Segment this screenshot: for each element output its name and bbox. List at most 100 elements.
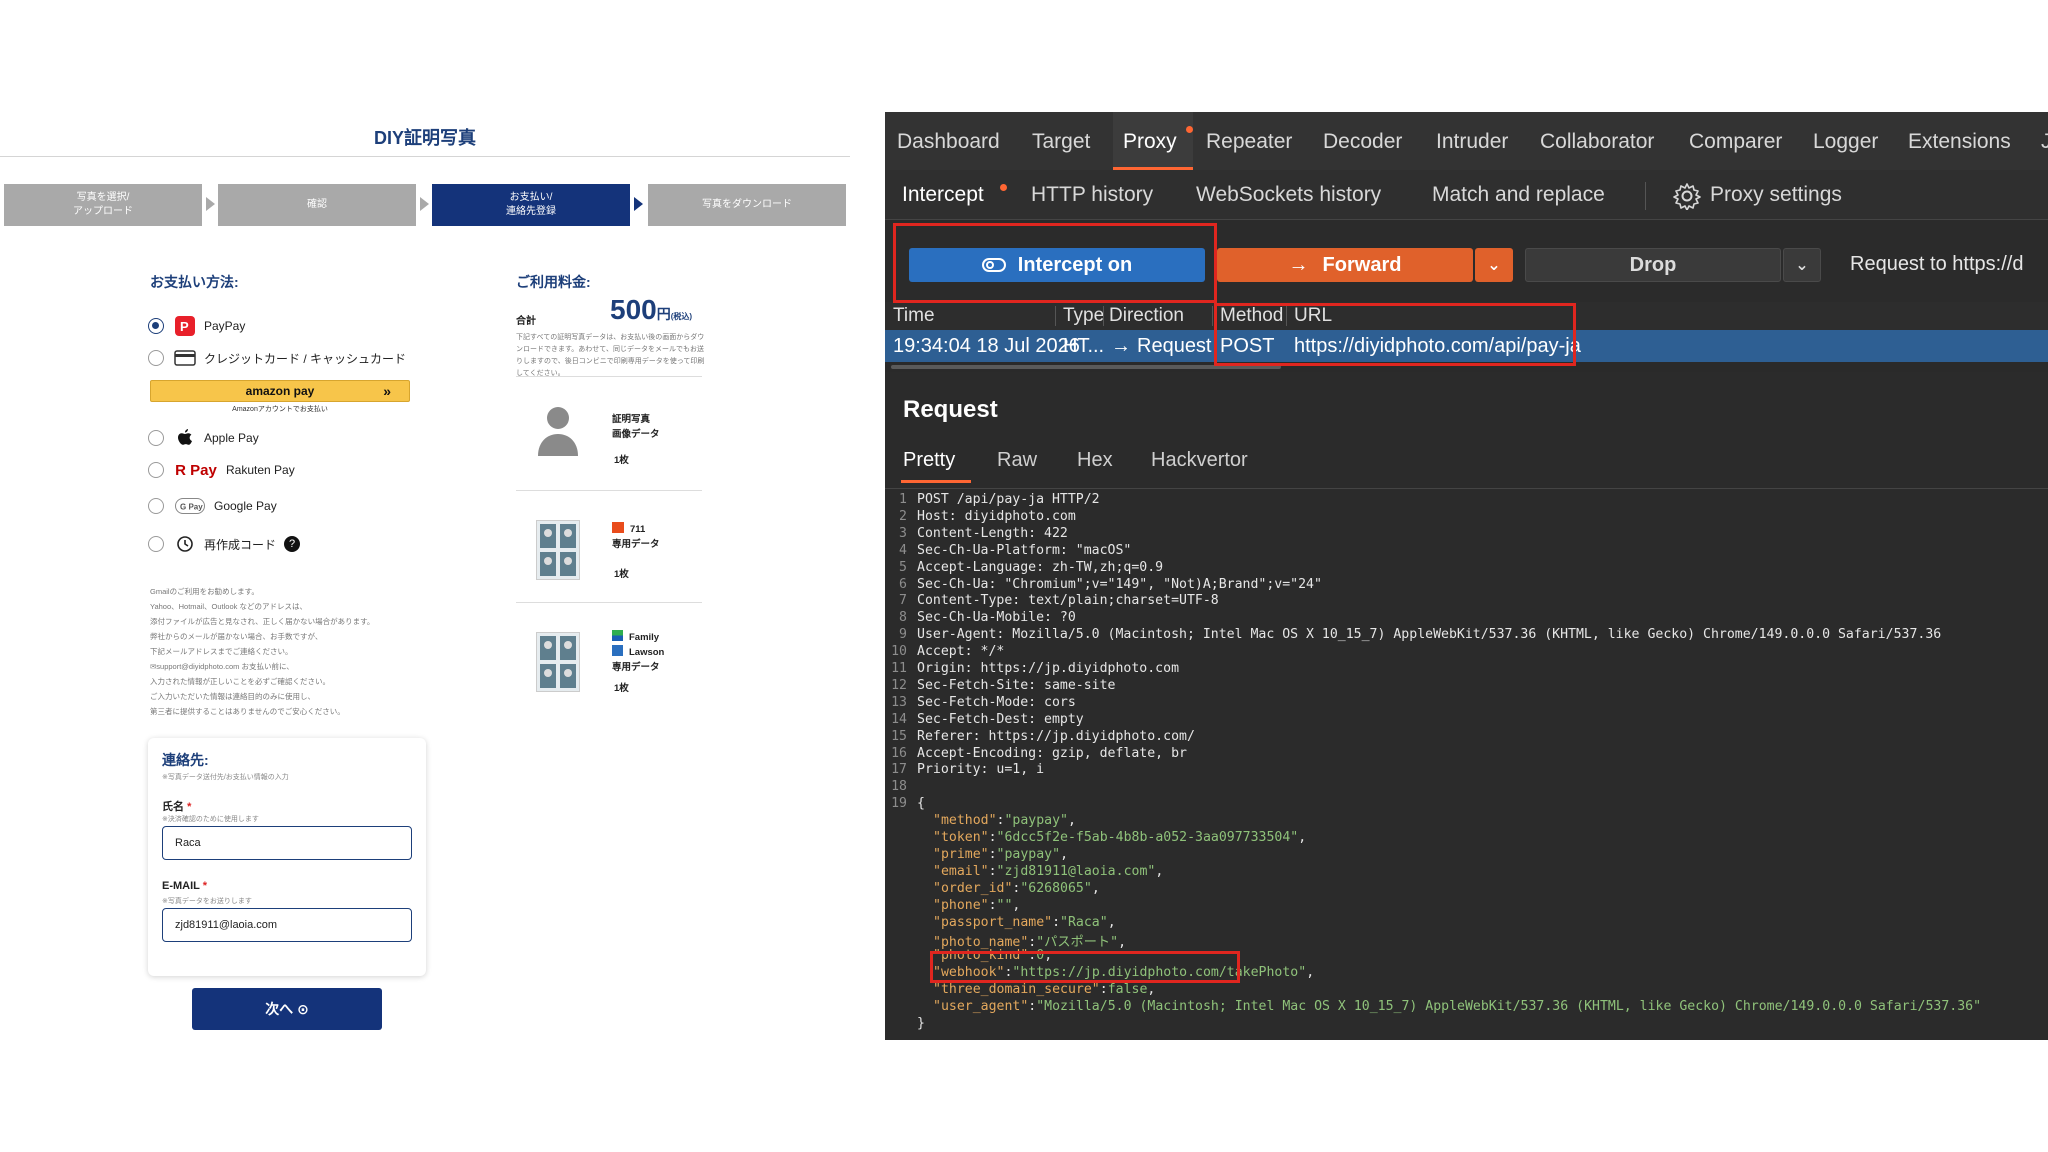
json-colon: : [988,846,997,862]
request-panel-title: Request [903,396,998,423]
forward-button[interactable]: → Forward [1217,248,1473,282]
payment-option-label: Rakuten Pay [226,463,295,477]
help-icon[interactable]: ? [284,536,301,552]
name-label-text: 氏名 [162,801,184,813]
payment-option-rakuten-pay[interactable]: R Pay Rakuten Pay [148,458,295,482]
apple-icon [174,429,196,447]
col-time[interactable]: Time [893,305,935,327]
radio-unselected[interactable] [148,350,164,366]
tab-hackvertor[interactable]: Hackvertor [1151,449,1248,472]
forward-dropdown-button[interactable]: ⌄ [1475,248,1513,282]
payment-option-recreate-code[interactable]: 再作成コード ? [148,532,301,556]
gear-icon[interactable] [1673,182,1701,211]
radio-unselected[interactable] [148,430,164,446]
json-key: "token" [933,830,989,845]
radio-unselected[interactable] [148,536,164,552]
email-label-text: E-MAIL [162,880,200,892]
person-silhouette-icon [536,402,580,462]
next-button[interactable]: 次へ ⊙ [192,988,382,1030]
code-text: Sec-Ch-Ua: "Chromium";v="149", "Not)A;Br… [917,576,1322,592]
product-qty: 1枚 [614,455,629,466]
drop-dropdown-button[interactable]: ⌄ [1783,248,1821,282]
tab-raw[interactable]: Raw [997,449,1037,472]
tab-target[interactable]: Target [1032,130,1090,154]
payment-option-paypay[interactable]: P PayPay [148,314,245,338]
payment-option-google-pay[interactable]: G Pay Google Pay [148,494,277,518]
amazon-pay-button[interactable]: amazon pay » [150,380,410,402]
tab-decoder[interactable]: Decoder [1323,130,1402,154]
required-mark: * [202,880,208,892]
top-tab-bar: Dashboard Target Proxy Repeater Decoder … [885,112,2048,170]
request-target: Request to https://d [1850,253,2024,275]
line-number: 14 [891,711,907,727]
line-number: 10 [891,644,907,660]
tab-comparer[interactable]: Comparer [1689,130,1782,154]
closing-brace: } [917,1015,925,1031]
line-number: 9 [899,627,907,643]
col-type[interactable]: Type [1063,305,1104,327]
drop-button[interactable]: Drop [1525,248,1781,282]
product-line: 証明写真 [612,414,651,425]
subtab-http-history[interactable]: HTTP history [1031,183,1153,207]
proxy-settings-link[interactable]: Proxy settings [1710,183,1842,207]
subtab-intercept[interactable]: Intercept [902,183,984,207]
subtab-websockets-history[interactable]: WebSockets history [1196,183,1381,207]
product-line-711: 711 [612,522,660,537]
code-text: Priority: u=1, i [917,762,1045,778]
name-field[interactable]: Raca [162,826,412,860]
line-number: 19 [891,796,907,812]
product-line-lawson: Lawson [612,645,664,660]
line-number: 17 [891,762,907,778]
json-comma: , [1118,935,1127,951]
col-direction[interactable]: Direction [1109,305,1184,327]
line-number: 11 [891,661,907,676]
arrow-right-icon: → [1288,253,1309,276]
radio-unselected[interactable] [148,462,164,478]
tab-more[interactable]: J [2041,130,2048,154]
email-field[interactable]: zjd81911@laoia.com [162,908,412,942]
familymart-icon [612,630,623,641]
tab-collaborator[interactable]: Collaborator [1540,130,1654,154]
json-comma: , [1012,897,1021,913]
radio-unselected[interactable] [148,498,164,514]
amazon-pay-label: amazon pay [245,384,315,398]
title-divider [0,156,850,157]
chevron-down-icon: ⌄ [1487,257,1501,274]
payment-option-apple-pay[interactable]: Apple Pay [148,426,259,450]
payment-method-heading: お支払い方法: [150,274,239,290]
tab-intruder[interactable]: Intruder [1436,130,1508,154]
email-label: E-MAIL * [162,880,207,892]
json-value: "paypay" [1004,813,1069,829]
notice-line: 添付ファイルが広告と見なされ、正しく届かない場合があります。 [150,617,375,626]
tab-logger[interactable]: Logger [1813,130,1878,154]
tab-pretty[interactable]: Pretty [903,449,955,472]
price-tax: (税込) [670,312,693,321]
tab-extensions[interactable]: Extensions [1908,130,2011,154]
line-number: 3 [899,525,907,541]
product-line-family: Family [612,630,664,645]
column-separator [1055,306,1056,326]
editor-divider [885,488,2048,489]
summary-heading: ご利用料金: [516,274,591,290]
lawson-icon [612,645,623,656]
tab-dashboard[interactable]: Dashboard [897,130,1000,154]
tab-repeater[interactable]: Repeater [1206,130,1292,154]
divider [516,602,702,603]
row-type: HT... [1063,335,1105,357]
summary-note: 下記すべての証明写真データは、お支払い後の画面からダウンロードできます。あわせて… [516,334,705,377]
code-text: Accept-Language: zh-TW,zh;q=0.9 [917,559,1164,575]
tab-hex[interactable]: Hex [1077,449,1113,472]
step-confirm: 確認 [218,184,416,226]
code-text: Sec-Fetch-Site: same-site [917,677,1116,693]
notice-line: Yahoo、Hotmail、Outlook などのアドレスは、 [150,602,307,611]
divider [516,490,702,491]
double-chevron-icon: » [383,383,391,399]
tab-proxy[interactable]: Proxy [1123,130,1177,154]
payment-option-credit-card[interactable]: クレジットカード / キャッシュカード [148,346,406,370]
json-key: "user_agent" [933,999,1029,1014]
notice-line: ✉support@diyidphoto.com お支払い前に、 [150,662,294,671]
subtab-match-and-replace[interactable]: Match and replace [1432,183,1605,207]
radio-selected[interactable] [148,318,164,334]
line-number: 4 [899,542,907,558]
json-entry: "prime":"paypay", [933,847,1068,862]
